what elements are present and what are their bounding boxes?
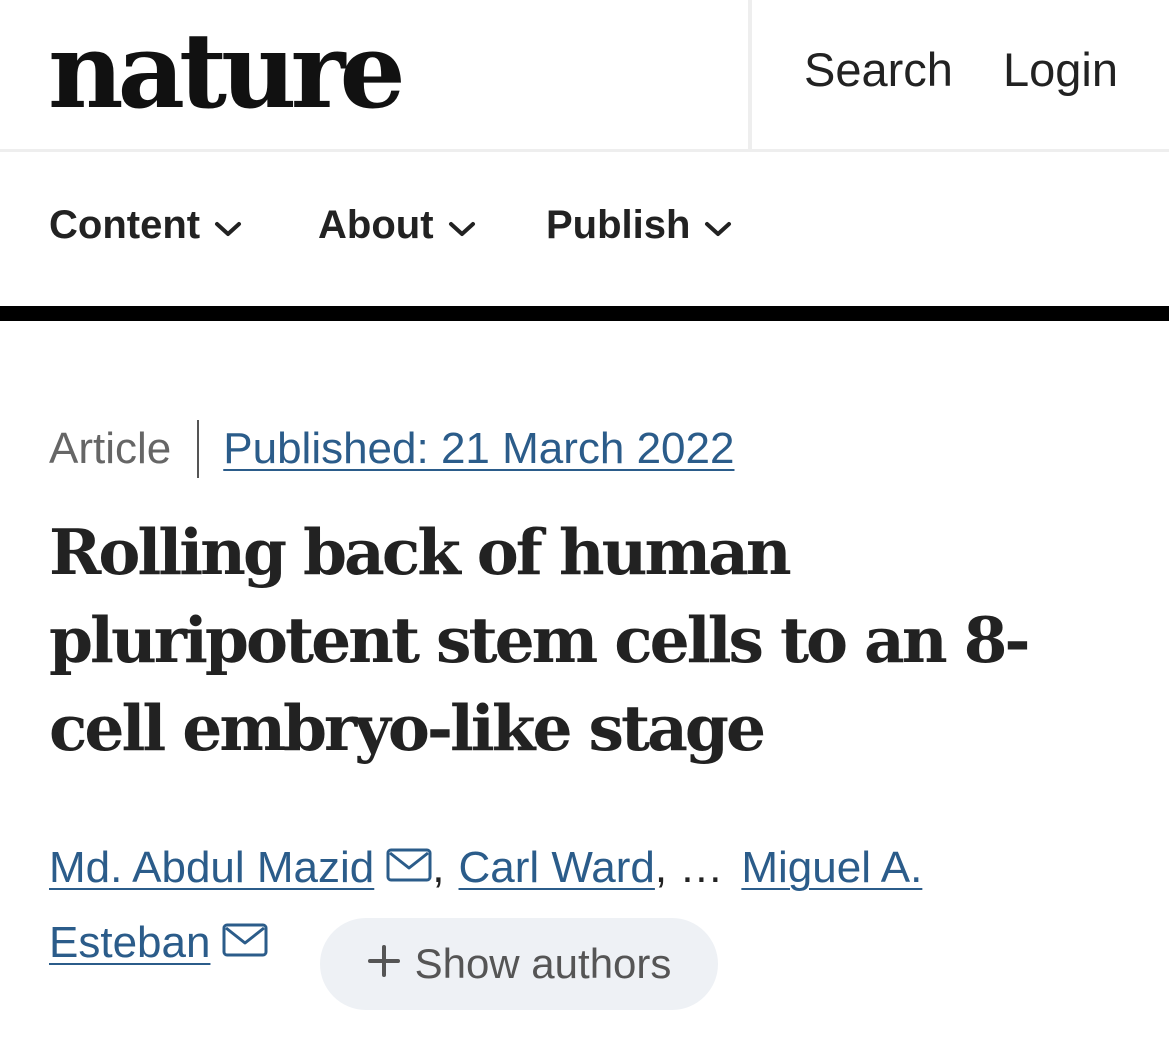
- published-date-link[interactable]: Published: 21 March 2022: [223, 424, 734, 474]
- nav-about-label: About: [318, 203, 434, 247]
- nav-content-menu[interactable]: Content: [49, 203, 242, 248]
- author-link-esteban-cont[interactable]: Esteban: [49, 918, 210, 968]
- chevron-down-icon: [448, 203, 476, 248]
- nav-publish-label: Publish: [546, 203, 691, 247]
- article-meta: Article Published: 21 March 2022: [49, 420, 734, 478]
- author-link-esteban[interactable]: Miguel A.: [741, 843, 922, 893]
- chevron-down-icon: [704, 203, 732, 248]
- nav-divider-bar: [0, 306, 1169, 321]
- chevron-down-icon: [214, 203, 242, 248]
- search-link[interactable]: Search: [804, 44, 953, 96]
- plus-icon: [367, 940, 401, 988]
- site-header: nature Search Login: [0, 0, 1169, 152]
- header-divider: [748, 0, 752, 152]
- article-type: Article: [49, 424, 172, 473]
- author-ellipsis: , …: [654, 843, 724, 892]
- authors-line-2: Esteban: [49, 918, 268, 968]
- main-nav: Content About Publish: [0, 155, 1169, 307]
- nav-publish-menu[interactable]: Publish: [546, 203, 732, 248]
- author-separator: ,: [432, 843, 445, 892]
- nav-content-label: Content: [49, 203, 201, 247]
- show-authors-label: Show authors: [414, 940, 672, 987]
- nav-about-menu[interactable]: About: [318, 203, 476, 248]
- authors-line-1: Md. Abdul Mazid , Carl Ward , … Miguel A…: [49, 843, 922, 893]
- show-authors-button[interactable]: Show authors: [320, 918, 718, 1010]
- nature-logo[interactable]: nature: [48, 6, 406, 136]
- login-link[interactable]: Login: [1003, 44, 1118, 96]
- article-title: Rolling back of human pluripotent stem c…: [49, 515, 1031, 765]
- author-link-ward[interactable]: Carl Ward: [459, 843, 655, 893]
- mail-icon[interactable]: [222, 918, 268, 968]
- meta-separator: [197, 420, 200, 478]
- author-link-mazid[interactable]: Md. Abdul Mazid: [49, 843, 374, 893]
- mail-icon[interactable]: [386, 843, 432, 893]
